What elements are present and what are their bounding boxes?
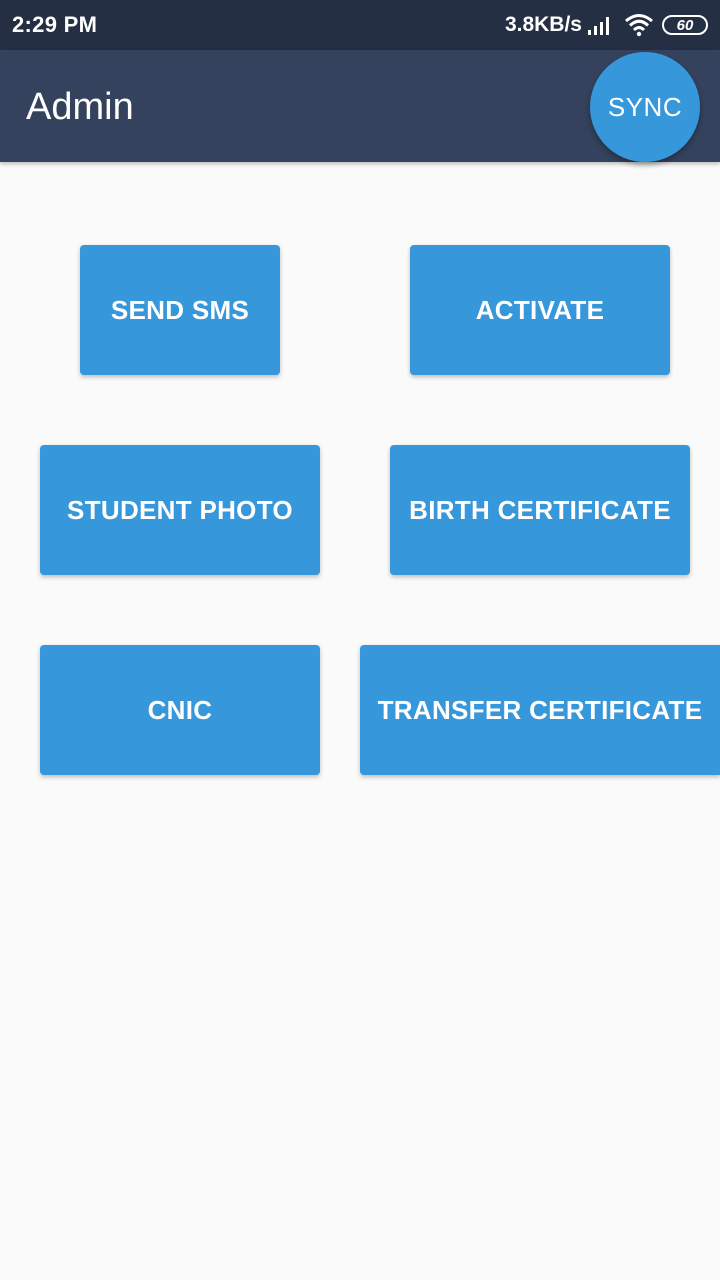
sync-button[interactable]: SYNC bbox=[590, 52, 700, 162]
battery-level: 60 bbox=[676, 16, 694, 34]
transfer-certificate-button[interactable]: TRANSFER CERTIFICATE bbox=[360, 645, 720, 775]
signal-icon bbox=[588, 17, 609, 35]
status-bar: 2:29 PM 3.8KB/s 60 bbox=[0, 0, 720, 50]
student-photo-button[interactable]: STUDENT PHOTO bbox=[40, 445, 320, 575]
status-time: 2:29 PM bbox=[12, 12, 98, 37]
wifi-icon bbox=[625, 14, 653, 37]
network-speed: 3.8KB/s bbox=[504, 13, 582, 36]
cnic-button[interactable]: CNIC bbox=[40, 645, 320, 775]
page-title: Admin bbox=[26, 86, 134, 128]
status-indicators: 3.8KB/s 60 bbox=[505, 10, 708, 40]
send-sms-button[interactable]: SEND SMS bbox=[80, 245, 280, 375]
activate-button[interactable]: ACTIVATE bbox=[410, 245, 670, 375]
birth-certificate-button[interactable]: BIRTH CERTIFICATE bbox=[390, 445, 690, 575]
battery-icon: 60 bbox=[662, 15, 708, 35]
